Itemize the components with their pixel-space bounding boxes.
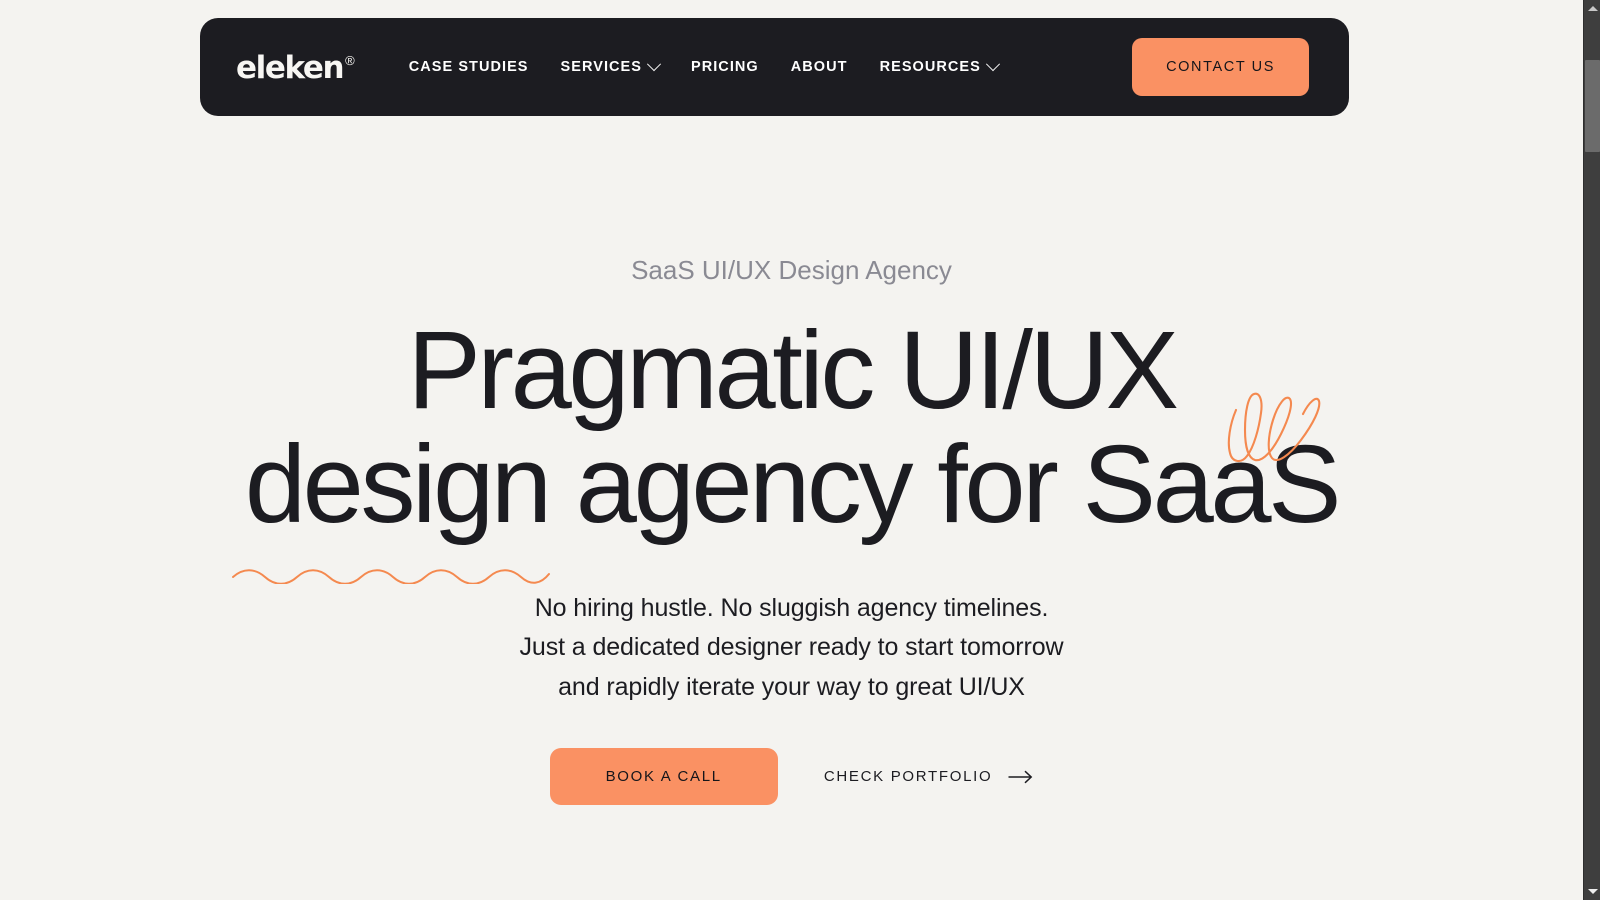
arrow-right-icon — [1008, 770, 1033, 784]
nav-link-list: CASE STUDIES SERVICES PRICING ABOUT RESO… — [393, 49, 1132, 85]
nav-item-case-studies[interactable]: CASE STUDIES — [393, 49, 545, 85]
contact-us-button[interactable]: CONTACT US — [1132, 38, 1309, 96]
scrollbar-down-arrow-icon[interactable] — [1584, 883, 1600, 900]
chevron-down-icon — [646, 57, 662, 72]
check-portfolio-label: CHECK PORTFOLIO — [823, 768, 993, 786]
nav-item-label: CASE STUDIES — [408, 59, 529, 75]
hero-subtext-line-2: Just a dedicated designer ready to start… — [519, 633, 1064, 662]
main-navigation-bar: eleken ® CASE STUDIES SERVICES PRICING A… — [200, 18, 1349, 116]
logo-registered-mark: ® — [345, 52, 355, 68]
logo-wordmark: eleken — [236, 49, 345, 86]
headline-line-1: Pragmatic UI/UX — [407, 309, 1178, 432]
nav-item-pricing[interactable]: PRICING — [675, 49, 775, 85]
book-a-call-button[interactable]: BOOK A CALL — [549, 748, 778, 806]
hero-section: SaaS UI/UX Design Agency Pragmatic UI/UX… — [0, 255, 1583, 806]
nav-item-label: SERVICES — [560, 59, 642, 75]
nav-item-label: PRICING — [690, 59, 759, 75]
scrollbar-thumb[interactable] — [1585, 60, 1600, 152]
vertical-scrollbar[interactable] — [1583, 0, 1600, 900]
hero-subtext-line-1: No hiring hustle. No sluggish agency tim… — [534, 593, 1049, 622]
nav-item-services[interactable]: SERVICES — [545, 49, 675, 85]
scrollbar-up-arrow-icon[interactable] — [1584, 0, 1600, 17]
chevron-down-icon — [985, 57, 1000, 72]
hero-subtext: No hiring hustle. No sluggish agency tim… — [0, 589, 1583, 708]
hero-eyebrow: SaaS UI/UX Design Agency — [631, 255, 952, 285]
page-title: Pragmatic UI/UX design agency for SaaS — [0, 309, 1583, 547]
page-content: eleken ® CASE STUDIES SERVICES PRICING A… — [0, 0, 1583, 900]
hero-cta-row: BOOK A CALL CHECK PORTFOLIO — [0, 748, 1583, 806]
browser-viewport: eleken ® CASE STUDIES SERVICES PRICING A… — [0, 0, 1600, 900]
nav-item-resources[interactable]: RESOURCES — [864, 49, 1014, 85]
nav-item-label: ABOUT — [790, 59, 848, 75]
headline-line-2: design agency for SaaS — [244, 423, 1342, 547]
hero-subtext-line-3: and rapidly iterate your way to great UI… — [558, 672, 1025, 701]
nav-item-label: RESOURCES — [879, 59, 981, 75]
nav-item-about[interactable]: ABOUT — [775, 49, 864, 85]
site-logo[interactable]: eleken ® — [236, 52, 355, 83]
check-portfolio-link[interactable]: CHECK PORTFOLIO — [824, 768, 1034, 785]
hero-headline-wrap: Pragmatic UI/UX design agency for SaaS — [0, 309, 1583, 547]
